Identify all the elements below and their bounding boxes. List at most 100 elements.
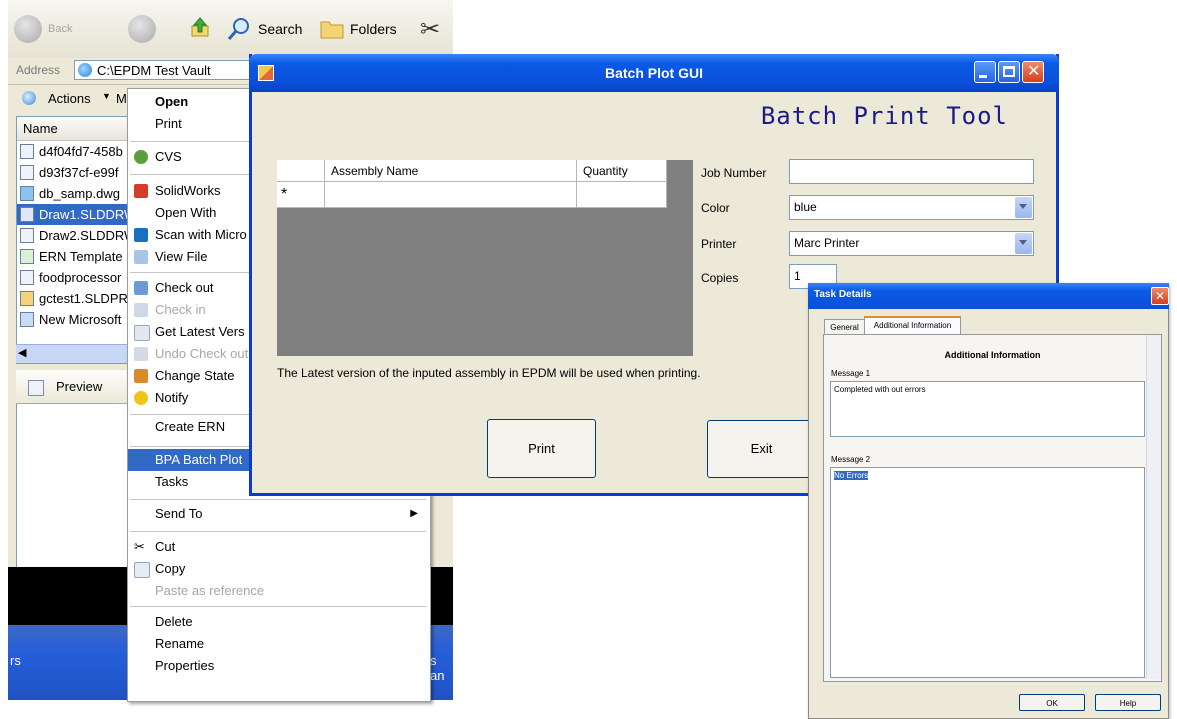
column-header-quantity[interactable]: Quantity xyxy=(577,160,667,182)
column-label: Assembly Name xyxy=(331,164,419,178)
exit-button[interactable]: Exit xyxy=(707,420,816,478)
new-row-marker-label: * xyxy=(281,186,288,203)
tab-additional-information[interactable]: Additional Information xyxy=(864,316,961,336)
menu-item-delete[interactable]: Delete xyxy=(128,611,428,633)
column-header-assembly-name[interactable]: Assembly Name xyxy=(325,160,577,182)
file-item-selected[interactable]: Draw1.SLDDRW xyxy=(17,204,137,225)
new-row-marker: * xyxy=(277,182,325,208)
menu-label: Get Latest Vers xyxy=(155,324,245,339)
folders-button[interactable]: Folders xyxy=(320,14,397,44)
task-details-title: Task Details xyxy=(814,289,872,300)
file-name: gctest1.SLDPR xyxy=(39,291,128,306)
grid-corner-cell xyxy=(277,160,325,182)
menu-separator xyxy=(130,499,426,500)
explorer-toolbar: Back Search Folders ✂ xyxy=(8,0,453,59)
file-item[interactable]: d93f37cf-e99f xyxy=(17,162,137,183)
scroll-left-icon[interactable]: ◀ xyxy=(18,346,26,359)
tab-preview[interactable]: Preview xyxy=(16,370,134,404)
message2-label: Message 2 xyxy=(831,455,871,464)
job-number-label: Job Number xyxy=(701,166,767,180)
back-button[interactable]: Back xyxy=(14,14,72,44)
file-item[interactable]: foodprocessor xyxy=(17,267,137,288)
chevron-down-icon[interactable] xyxy=(1015,197,1032,218)
minimize-button[interactable] xyxy=(974,61,996,83)
column-header-name[interactable]: Name xyxy=(17,117,137,141)
up-folder-button[interactable] xyxy=(188,14,212,44)
tab-panel: Additional Information Message 1 Complet… xyxy=(823,334,1162,682)
maximize-icon xyxy=(1003,66,1015,77)
menu-label: View File xyxy=(155,249,208,264)
file-item[interactable]: Draw2.SLDDRW xyxy=(17,225,137,246)
menu-separator xyxy=(130,606,426,607)
search-icon xyxy=(227,18,249,40)
vertical-scrollbar[interactable] xyxy=(1146,335,1161,679)
drawing-file-icon xyxy=(20,228,34,243)
search-button[interactable]: Search xyxy=(226,14,302,44)
chevron-down-icon[interactable] xyxy=(1015,233,1032,254)
forward-button[interactable] xyxy=(128,14,156,44)
file-item[interactable]: d4f04fd7-458b xyxy=(17,141,137,162)
message1-field[interactable]: Completed with out errors xyxy=(830,381,1145,437)
taskbar-item-left[interactable]: rs xyxy=(10,653,21,668)
template-file-icon xyxy=(20,249,34,264)
file-item[interactable]: New Microsoft xyxy=(17,309,137,330)
message1-value: Completed with out errors xyxy=(834,385,926,394)
close-icon[interactable]: ✕ xyxy=(1151,287,1169,305)
assembly-grid[interactable]: Assembly Name Quantity * xyxy=(277,160,693,356)
back-arrow-icon xyxy=(14,15,42,43)
tab-general[interactable]: General xyxy=(824,319,865,335)
batch-plot-titlebar[interactable]: Batch Plot GUI ✕ xyxy=(249,54,1059,92)
color-select[interactable]: blue xyxy=(789,195,1034,220)
get-latest-icon xyxy=(134,325,150,341)
file-item[interactable]: ERN Template xyxy=(17,246,137,267)
cut-toolbar-button[interactable]: ✂ xyxy=(420,14,440,44)
help-button-label: Help xyxy=(1119,699,1137,708)
taskbar-item-right[interactable]: s an xyxy=(430,653,453,683)
folders-label: Folders xyxy=(350,21,397,37)
help-button[interactable]: Help xyxy=(1095,694,1161,711)
menu-label: Open With xyxy=(155,205,217,220)
printer-select[interactable]: Marc Printer xyxy=(789,231,1034,256)
actions-menu[interactable]: Actions xyxy=(48,91,91,106)
menu-item-paste-as-reference[interactable]: Paste as reference xyxy=(128,580,428,602)
menu-label: Delete xyxy=(155,614,193,629)
task-details-titlebar[interactable]: Task Details ✕ xyxy=(808,283,1169,309)
actions-dropdown-arrow-icon[interactable]: ▼ xyxy=(102,91,111,101)
text-file-icon xyxy=(20,144,34,159)
check-in-icon xyxy=(134,303,148,317)
cut-icon: ✂ xyxy=(134,539,145,554)
menu-item-copy[interactable]: Copy xyxy=(128,558,428,580)
file-name: Draw2.SLDDRW xyxy=(39,228,137,243)
menu-item-send-to[interactable]: Send To ▶ xyxy=(128,503,428,525)
change-state-icon xyxy=(134,369,148,383)
address-label: Address xyxy=(16,63,61,77)
menu-item-properties[interactable]: Properties xyxy=(128,655,428,677)
menu-label: Rename xyxy=(155,636,205,651)
menu-item-rename[interactable]: Rename xyxy=(128,633,428,655)
job-number-input[interactable] xyxy=(789,159,1034,184)
cell-quantity[interactable] xyxy=(577,182,667,208)
vault-icon xyxy=(78,63,92,77)
file-item[interactable]: db_samp.dwg xyxy=(17,183,137,204)
maximize-button[interactable] xyxy=(998,61,1020,83)
horizontal-scrollbar[interactable]: ◀ xyxy=(16,344,136,363)
dwg-file-icon xyxy=(20,186,34,201)
text-file-icon xyxy=(20,165,34,180)
close-button[interactable]: ✕ xyxy=(1022,61,1044,83)
message1-label: Message 1 xyxy=(831,369,871,378)
ok-button[interactable]: OK xyxy=(1019,694,1085,711)
ok-button-label: OK xyxy=(1046,699,1058,708)
actions-m-menu[interactable]: M xyxy=(116,91,127,106)
page-title: Batch Print Tool xyxy=(760,102,1008,130)
file-item[interactable]: gctest1.SLDPR xyxy=(17,288,137,309)
address-input[interactable]: C:\EPDM Test Vault xyxy=(74,60,264,80)
column-label: Quantity xyxy=(583,164,628,178)
message2-field[interactable]: No Errors xyxy=(830,467,1145,678)
menu-label: Check out xyxy=(155,280,214,295)
undo-check-out-icon xyxy=(134,347,148,361)
menu-item-cut[interactable]: ✂ Cut xyxy=(128,536,428,558)
print-button[interactable]: Print xyxy=(487,419,596,478)
cell-assembly-name[interactable] xyxy=(325,182,577,208)
menu-label: CVS xyxy=(155,149,182,164)
file-name: foodprocessor xyxy=(39,270,122,285)
